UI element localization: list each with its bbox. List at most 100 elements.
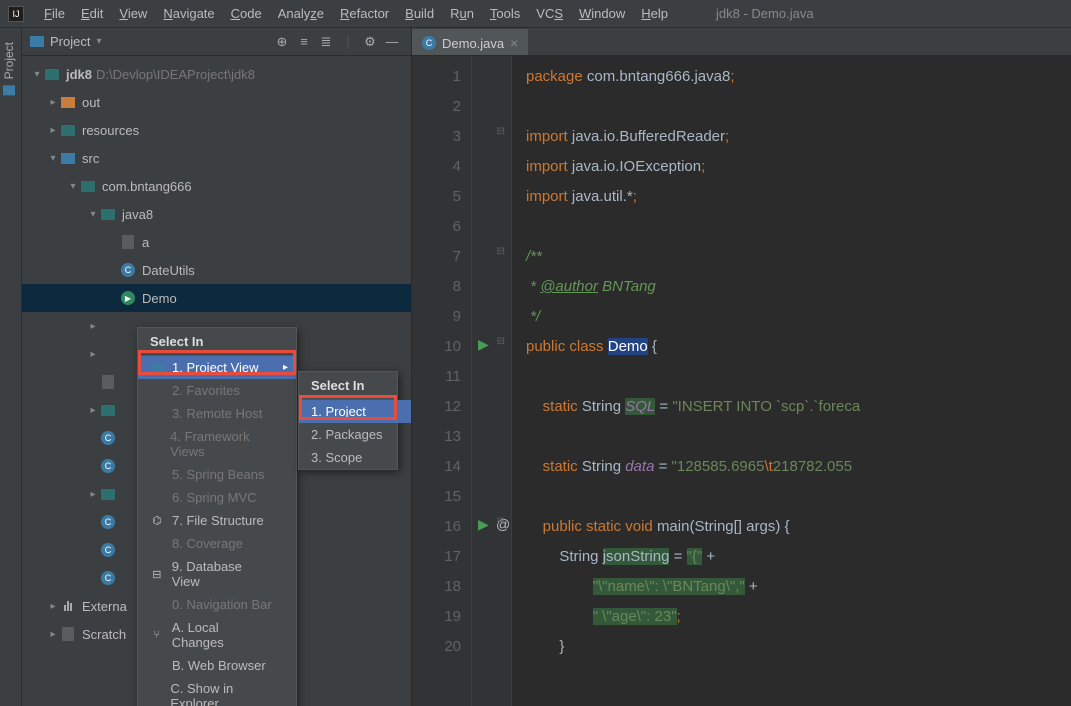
ctx-file-structure[interactable]: ⌬7. File Structure bbox=[138, 509, 296, 532]
ctx-scope[interactable]: 3. Scope▸ bbox=[299, 446, 411, 469]
tree-demo[interactable]: ▶Demo bbox=[22, 284, 411, 312]
class-icon: C bbox=[101, 543, 115, 557]
menu-edit[interactable]: Edit bbox=[73, 6, 111, 21]
tree-out[interactable]: out bbox=[22, 88, 411, 116]
tree-root[interactable]: jdk8 D:\Devlop\IDEAProject\jdk8 bbox=[22, 60, 411, 88]
folder-icon bbox=[61, 153, 75, 164]
menu-window[interactable]: Window bbox=[571, 6, 633, 21]
tool-window-bar: Project bbox=[0, 28, 22, 706]
database-icon: ⊟ bbox=[150, 567, 164, 581]
panel-header: Project ▾ ⊕ ≡ ≣ | ⚙ — bbox=[22, 28, 411, 56]
ctx-spring-beans[interactable]: 5. Spring Beans bbox=[138, 463, 296, 486]
divider: | bbox=[337, 34, 359, 49]
folder-icon bbox=[3, 85, 15, 95]
code-content[interactable]: package com.bntang666.java8; import java… bbox=[512, 56, 1071, 706]
tab-label: Demo.java bbox=[442, 36, 504, 51]
chevron-right-icon: ▸ bbox=[283, 362, 288, 373]
submenu-title: Select In bbox=[299, 372, 397, 400]
tree-pkg[interactable]: com.bntang666 bbox=[22, 172, 411, 200]
select-in-submenu[interactable]: Select In 1. Project 2. Packages 3. Scop… bbox=[298, 371, 398, 470]
run-icon[interactable]: ▶ bbox=[478, 336, 489, 353]
libraries-icon bbox=[64, 601, 72, 611]
ctx-coverage[interactable]: 8. Coverage bbox=[138, 532, 296, 555]
chevron-down-icon[interactable]: ▾ bbox=[96, 36, 101, 47]
hide-icon[interactable]: — bbox=[381, 34, 403, 49]
package-icon bbox=[101, 405, 115, 416]
menu-build[interactable]: Build bbox=[397, 6, 442, 21]
fold-icon[interactable]: ⊟ bbox=[497, 126, 505, 137]
ctx-navbar[interactable]: 0. Navigation Bar bbox=[138, 593, 296, 616]
folder-icon bbox=[61, 125, 75, 136]
close-icon[interactable]: × bbox=[510, 35, 518, 51]
project-tab-label: Project bbox=[2, 42, 16, 79]
class-icon: C bbox=[121, 263, 135, 277]
ctx-explorer[interactable]: C. Show in Explorer bbox=[138, 677, 296, 706]
project-tree[interactable]: jdk8 D:\Devlop\IDEAProject\jdk8 out reso… bbox=[22, 56, 411, 706]
tree-resources[interactable]: resources bbox=[22, 116, 411, 144]
editor-tabs: C Demo.java × bbox=[412, 28, 1071, 56]
class-icon: C bbox=[101, 515, 115, 529]
class-icon: C bbox=[422, 36, 436, 50]
window-title: jdk8 - Demo.java bbox=[716, 6, 814, 21]
tree-dateutils[interactable]: CDateUtils bbox=[22, 256, 411, 284]
expand-icon[interactable]: ≡ bbox=[293, 34, 315, 49]
ctx-project[interactable]: 1. Project bbox=[299, 400, 411, 423]
ctx-favorites[interactable]: 2. Favorites bbox=[138, 379, 296, 402]
project-tool-tab[interactable]: Project bbox=[0, 36, 18, 101]
ctx-framework[interactable]: 4. Framework Views bbox=[138, 425, 296, 463]
folder-icon bbox=[151, 363, 163, 373]
menu-code[interactable]: Code bbox=[223, 6, 270, 21]
file-icon bbox=[102, 375, 114, 389]
menu-file[interactable]: File bbox=[36, 6, 73, 21]
class-icon: C bbox=[101, 571, 115, 585]
root-name: jdk8 bbox=[66, 67, 92, 82]
project-panel: Project ▾ ⊕ ≡ ≣ | ⚙ — jdk8 D:\Devlop\IDE… bbox=[22, 28, 412, 706]
locate-icon[interactable]: ⊕ bbox=[271, 34, 293, 50]
fold-icon[interactable]: ⊟ bbox=[497, 516, 505, 527]
code-area[interactable]: 1234567891011121314151617181920 ▶ ▶ @ ⊟ … bbox=[412, 56, 1071, 706]
menubar: IJ File Edit View Navigate Code Analyze … bbox=[0, 0, 1071, 28]
app-icon: IJ bbox=[8, 6, 24, 22]
editor: C Demo.java × 12345678910111213141516171… bbox=[412, 28, 1071, 706]
menu-navigate[interactable]: Navigate bbox=[155, 6, 222, 21]
ctx-project-view[interactable]: 1. Project View▸ bbox=[138, 356, 296, 379]
gutter-icons: ▶ ▶ @ ⊟ ⊟ ⊟ ⊟ bbox=[472, 56, 512, 706]
root-path: D:\Devlop\IDEAProject\jdk8 bbox=[96, 67, 255, 82]
runnable-class-icon: ▶ bbox=[121, 291, 135, 305]
class-icon: C bbox=[101, 431, 115, 445]
folder-icon bbox=[61, 97, 75, 108]
ctx-database[interactable]: ⊟9. Database View bbox=[138, 555, 296, 593]
menu-vcs[interactable]: VCS bbox=[528, 6, 571, 21]
ctx-packages[interactable]: 2. Packages bbox=[299, 423, 411, 446]
collapse-icon[interactable]: ≣ bbox=[315, 34, 337, 50]
scratch-icon bbox=[62, 627, 74, 641]
run-icon[interactable]: ▶ bbox=[478, 516, 489, 533]
ctx-browser[interactable]: B. Web Browser bbox=[138, 654, 296, 677]
tree-src[interactable]: src bbox=[22, 144, 411, 172]
menu-help[interactable]: Help bbox=[633, 6, 676, 21]
tree-pkg2[interactable]: java8 bbox=[22, 200, 411, 228]
module-icon bbox=[45, 69, 59, 80]
fold-icon[interactable]: ⊟ bbox=[497, 336, 505, 347]
menu-tools[interactable]: Tools bbox=[482, 6, 528, 21]
file-icon bbox=[122, 235, 134, 249]
panel-title[interactable]: Project bbox=[50, 34, 90, 49]
folder-icon bbox=[30, 36, 44, 47]
menu-view[interactable]: View bbox=[111, 6, 155, 21]
select-in-menu[interactable]: Select In 1. Project View▸ 2. Favorites … bbox=[137, 327, 297, 706]
package-icon bbox=[101, 209, 115, 220]
package-icon bbox=[101, 489, 115, 500]
ctx-spring-mvc[interactable]: 6. Spring MVC bbox=[138, 486, 296, 509]
ctx-changes[interactable]: ⑂A. Local Changes bbox=[138, 616, 296, 654]
tree-file-a[interactable]: a bbox=[22, 228, 411, 256]
menu-refactor[interactable]: Refactor bbox=[332, 6, 397, 21]
menu-title: Select In bbox=[138, 328, 296, 356]
gear-icon[interactable]: ⚙ bbox=[359, 34, 381, 50]
menu-analyze[interactable]: Analyze bbox=[270, 6, 332, 21]
branch-icon: ⑂ bbox=[150, 628, 164, 642]
fold-icon[interactable]: ⊟ bbox=[497, 246, 505, 257]
structure-icon: ⌬ bbox=[150, 514, 164, 528]
menu-run[interactable]: Run bbox=[442, 6, 482, 21]
tab-demo[interactable]: C Demo.java × bbox=[412, 29, 528, 55]
ctx-remote[interactable]: 3. Remote Host bbox=[138, 402, 296, 425]
